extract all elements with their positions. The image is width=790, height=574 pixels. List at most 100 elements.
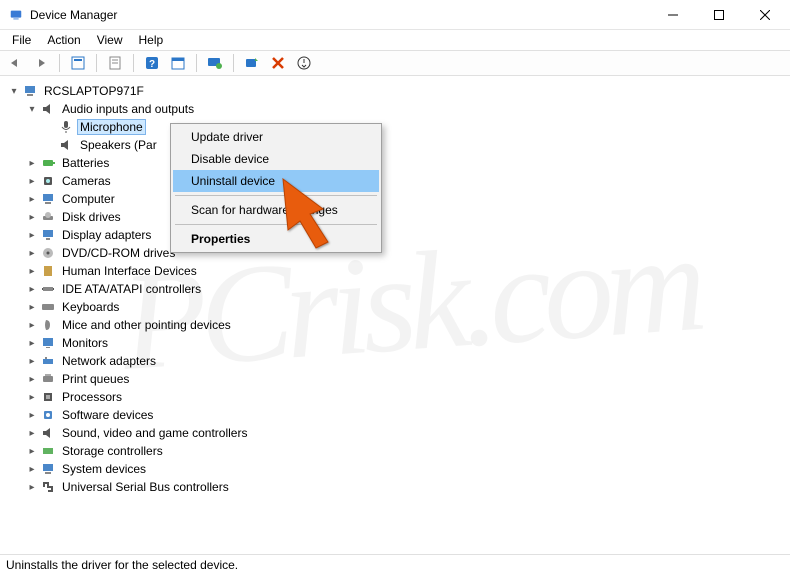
tree-category[interactable]: ▸ Sound, video and game controllers xyxy=(8,424,782,442)
tree-category[interactable]: ▸ System devices xyxy=(8,460,782,478)
ctx-separator xyxy=(175,224,377,225)
microphone-icon xyxy=(58,119,74,135)
tree-category-label: DVD/CD-ROM drives xyxy=(60,246,177,260)
chevron-right-icon[interactable]: ▸ xyxy=(26,212,38,223)
uninstall-button[interactable] xyxy=(267,52,289,74)
tree-category[interactable]: ▸ Universal Serial Bus controllers xyxy=(8,478,782,496)
titlebar: Device Manager xyxy=(0,0,790,30)
printer-icon xyxy=(40,371,56,387)
minimize-button[interactable] xyxy=(650,0,696,30)
close-button[interactable] xyxy=(742,0,788,30)
hid-icon xyxy=(40,263,56,279)
ctx-uninstall-device[interactable]: Uninstall device xyxy=(173,170,379,192)
chevron-right-icon[interactable]: ▸ xyxy=(26,356,38,367)
chevron-right-icon[interactable]: ▸ xyxy=(26,158,38,169)
chevron-right-icon[interactable]: ▸ xyxy=(26,410,38,421)
tree-category-label: Print queues xyxy=(60,372,131,386)
chevron-right-icon[interactable]: ▸ xyxy=(26,374,38,385)
menu-help[interactable]: Help xyxy=(131,31,172,49)
tree-category-label: Network adapters xyxy=(60,354,158,368)
ide-icon xyxy=(40,281,56,297)
update-driver-button[interactable] xyxy=(204,52,226,74)
window-title: Device Manager xyxy=(30,8,650,22)
tree-category-label: Software devices xyxy=(60,408,155,422)
tree-category[interactable]: ▸Display adapters xyxy=(8,226,782,244)
chevron-right-icon[interactable]: ▸ xyxy=(26,446,38,457)
tree-category-label: Computer xyxy=(60,192,117,206)
ctx-update-driver[interactable]: Update driver xyxy=(173,126,379,148)
tree-category-label: Monitors xyxy=(60,336,110,350)
status-bar: Uninstalls the driver for the selected d… xyxy=(0,554,790,574)
tree-category-label: Batteries xyxy=(60,156,111,170)
properties-button[interactable] xyxy=(104,52,126,74)
calendar-button[interactable] xyxy=(167,52,189,74)
tree-category[interactable]: ▸ Disk drives xyxy=(8,208,782,226)
tree-category[interactable]: ▸ Monitors xyxy=(8,334,782,352)
tree-category[interactable]: ▸ Network adapters xyxy=(8,352,782,370)
chevron-right-icon[interactable]: ▸ xyxy=(26,428,38,439)
chevron-right-icon[interactable]: ▸ xyxy=(26,482,38,493)
chevron-right-icon[interactable]: ▸ xyxy=(26,176,38,187)
tree-category-label: System devices xyxy=(60,462,148,476)
status-text: Uninstalls the driver for the selected d… xyxy=(6,558,238,572)
menu-file[interactable]: File xyxy=(4,31,39,49)
tree-category[interactable]: ▸ Print queues xyxy=(8,370,782,388)
tree-category[interactable]: ▸Processors xyxy=(8,388,782,406)
help-button[interactable]: ? xyxy=(141,52,163,74)
chevron-right-icon[interactable]: ▸ xyxy=(26,338,38,349)
scan-hardware-button[interactable] xyxy=(241,52,263,74)
ctx-scan-hardware[interactable]: Scan for hardware changes xyxy=(173,199,379,221)
sound-icon xyxy=(40,425,56,441)
device-tree[interactable]: ▾ RCSLAPTOP971F ▾ Audio inputs and outpu… xyxy=(0,78,790,554)
tree-category-label: Disk drives xyxy=(60,210,123,224)
dvd-icon xyxy=(40,245,56,261)
chevron-down-icon[interactable]: ▾ xyxy=(26,104,38,115)
chevron-right-icon[interactable]: ▸ xyxy=(26,248,38,259)
chevron-right-icon[interactable]: ▸ xyxy=(26,230,38,241)
menu-view[interactable]: View xyxy=(89,31,131,49)
software-icon xyxy=(40,407,56,423)
network-icon xyxy=(40,353,56,369)
tree-category-label: Sound, video and game controllers xyxy=(60,426,249,440)
chevron-right-icon[interactable]: ▸ xyxy=(26,266,38,277)
chevron-right-icon[interactable]: ▸ xyxy=(26,302,38,313)
battery-icon xyxy=(40,155,56,171)
maximize-button[interactable] xyxy=(696,0,742,30)
tree-category[interactable]: ▸ Batteries xyxy=(8,154,782,172)
tree-category-label: Mice and other pointing devices xyxy=(60,318,233,332)
tree-category[interactable]: ▸ Mice and other pointing devices xyxy=(8,316,782,334)
tree-category[interactable]: ▸Human Interface Devices xyxy=(8,262,782,280)
tree-root[interactable]: ▾ RCSLAPTOP971F xyxy=(8,82,782,100)
tree-category[interactable]: ▸ IDE ATA/ATAPI controllers xyxy=(8,280,782,298)
keyboard-icon xyxy=(40,299,56,315)
chevron-right-icon[interactable]: ▸ xyxy=(26,194,38,205)
tree-category[interactable]: ▸Cameras xyxy=(8,172,782,190)
tree-category[interactable]: ▸ DVD/CD-ROM drives xyxy=(8,244,782,262)
tree-category[interactable]: ▸ Software devices xyxy=(8,406,782,424)
chevron-down-icon[interactable]: ▾ xyxy=(8,86,20,97)
tree-category-label: IDE ATA/ATAPI controllers xyxy=(60,282,203,296)
storage-icon xyxy=(40,443,56,459)
chevron-right-icon[interactable]: ▸ xyxy=(26,320,38,331)
show-hidden-button[interactable] xyxy=(67,52,89,74)
chevron-right-icon[interactable]: ▸ xyxy=(26,392,38,403)
tree-item-microphone[interactable]: ▸ Microphone xyxy=(8,118,782,136)
display-icon xyxy=(40,227,56,243)
ctx-disable-device[interactable]: Disable device xyxy=(173,148,379,170)
disk-icon xyxy=(40,209,56,225)
tree-item-speakers[interactable]: ▸ Speakers (Par xyxy=(8,136,782,154)
ctx-properties[interactable]: Properties xyxy=(173,228,379,250)
tree-category[interactable]: ▸Keyboards xyxy=(8,298,782,316)
tree-category[interactable]: ▸Storage controllers xyxy=(8,442,782,460)
app-icon xyxy=(8,7,24,23)
enable-button[interactable] xyxy=(293,52,315,74)
tree-category[interactable]: ▸ Computer xyxy=(8,190,782,208)
forward-button[interactable] xyxy=(30,52,52,74)
tree-category-label: Universal Serial Bus controllers xyxy=(60,480,231,494)
back-button[interactable] xyxy=(4,52,26,74)
toolbar: ? xyxy=(0,50,790,76)
chevron-right-icon[interactable]: ▸ xyxy=(26,464,38,475)
menu-action[interactable]: Action xyxy=(39,31,88,49)
tree-category-audio[interactable]: ▾ Audio inputs and outputs xyxy=(8,100,782,118)
chevron-right-icon[interactable]: ▸ xyxy=(26,284,38,295)
